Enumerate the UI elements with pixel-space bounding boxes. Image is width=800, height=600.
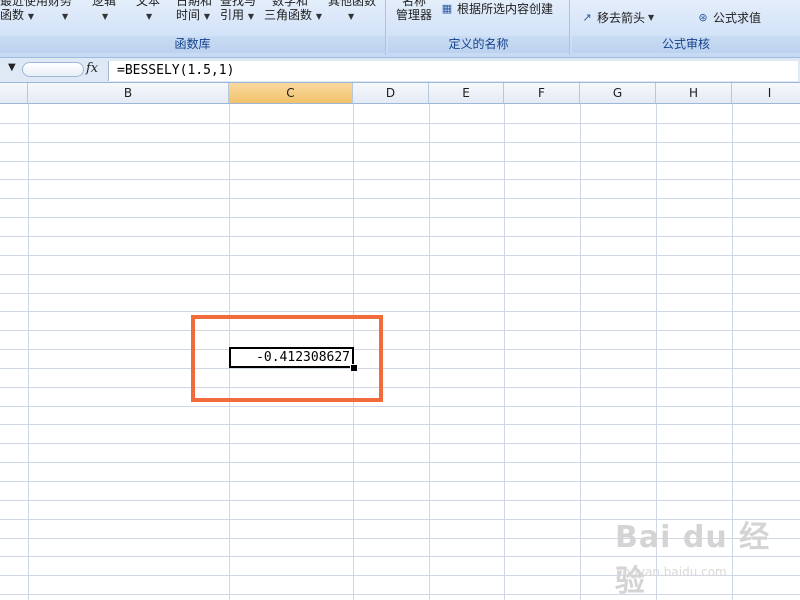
watermark-logo: Bai du 经验 <box>615 520 771 599</box>
fill-handle[interactable] <box>350 364 358 372</box>
row-divider <box>0 500 800 501</box>
defined-names-label: 定义的名称 <box>388 36 569 53</box>
function-library-label: 函数库 <box>0 36 385 53</box>
row-divider <box>0 236 800 237</box>
formula-input[interactable]: =BESSELY(1.5,1) <box>108 61 798 81</box>
row-divider <box>0 142 800 143</box>
more-functions-label: 其他函数 <box>328 0 377 8</box>
row-divider <box>0 123 800 124</box>
column-header-f[interactable]: F <box>504 83 580 103</box>
row-divider <box>0 161 800 162</box>
column-header-e[interactable]: E <box>429 83 504 103</box>
dropdown-arrow-icon: ▼ <box>247 12 254 21</box>
function-library-group: 最近使用 函数 ▼ 财务 ▼ 逻辑 ▼ 文本 ▼ 日期和 时间 ▼ 查找与 引用… <box>0 0 386 55</box>
dropdown-arrow-icon: ▼ <box>648 13 655 22</box>
dropdown-arrow-icon: ▼ <box>203 12 210 21</box>
math-trig-line1: 数学和 <box>272 0 309 8</box>
row-divider <box>0 255 800 256</box>
recent-functions-line1: 最近使用 <box>0 0 49 8</box>
financial-label: 财务 <box>48 0 73 8</box>
evaluate-formula-label: 公式求值 <box>713 11 762 25</box>
lookup-reference-line2: 引用 <box>220 8 245 22</box>
column-header-d[interactable]: D <box>353 83 429 103</box>
column-header-c[interactable]: C <box>229 83 353 103</box>
formula-auditing-label: 公式审核 <box>572 36 800 53</box>
row-divider <box>0 311 800 312</box>
insert-function-icon[interactable]: fx <box>86 61 98 76</box>
remove-arrows-icon: ↗ <box>582 10 592 24</box>
recent-functions-button[interactable]: 最近使用 函数 ▼ <box>0 0 48 24</box>
more-functions-button[interactable]: 其他函数 ▼ <box>328 0 376 24</box>
dropdown-arrow-icon: ▼ <box>62 12 69 21</box>
evaluate-formula-button[interactable]: ⊛ 公式求值 <box>696 9 761 26</box>
remove-arrows-button[interactable]: ↗ 移去箭头 ▼ <box>580 9 654 26</box>
lookup-reference-line1: 查找与 <box>220 0 257 8</box>
row-divider <box>0 330 800 331</box>
row-divider <box>0 387 800 388</box>
column-header-b[interactable]: B <box>28 83 229 103</box>
row-divider <box>0 198 800 199</box>
row-divider <box>0 443 800 444</box>
row-divider <box>0 368 800 369</box>
row-divider <box>0 349 800 350</box>
recent-functions-line2: 函数 <box>0 8 25 22</box>
name-manager-button[interactable]: 名称 管理器 <box>396 0 432 22</box>
dropdown-arrow-icon: ▼ <box>348 12 355 21</box>
column-header-i[interactable]: I <box>732 83 800 103</box>
remove-arrows-label: 移去箭头 <box>597 11 646 25</box>
row-divider <box>0 424 800 425</box>
formula-auditing-group: ↗ 移去箭头 ▼ ⊛ 公式求值 公式审核 <box>572 0 800 55</box>
row-divider <box>0 274 800 275</box>
lookup-reference-button[interactable]: 查找与 引用 ▼ <box>220 0 256 24</box>
row-divider <box>0 179 800 180</box>
column-header-row: B C D E F G H I <box>0 83 800 104</box>
dropdown-arrow-icon: ▼ <box>102 12 109 21</box>
name-box[interactable] <box>22 62 84 77</box>
row-divider <box>0 462 800 463</box>
text-button[interactable]: 文本 ▼ <box>136 0 160 24</box>
defined-names-group: 名称 管理器 ▦ 根据所选内容创建 定义的名称 <box>388 0 570 55</box>
create-from-selection-button[interactable]: ▦ 根据所选内容创建 <box>440 0 553 17</box>
row-divider <box>0 406 800 407</box>
date-time-button[interactable]: 日期和 时间 ▼ <box>176 0 212 24</box>
active-cell[interactable]: -0.412308627 <box>229 347 354 368</box>
row-divider <box>0 293 800 294</box>
name-manager-line2: 管理器 <box>396 8 433 22</box>
column-header-g[interactable]: G <box>580 83 656 103</box>
financial-button[interactable]: 财务 ▼ <box>48 0 72 24</box>
name-manager-line1: 名称 <box>402 0 427 8</box>
logical-button[interactable]: 逻辑 ▼ <box>92 0 116 24</box>
logical-label: 逻辑 <box>92 0 117 8</box>
dropdown-arrow-icon: ▼ <box>146 12 153 21</box>
text-label: 文本 <box>136 0 161 8</box>
dropdown-arrow-icon: ▼ <box>315 12 322 21</box>
watermark-url: jingyan.baidu.com <box>616 565 727 579</box>
ribbon: 最近使用 函数 ▼ 财务 ▼ 逻辑 ▼ 文本 ▼ 日期和 时间 ▼ 查找与 引用… <box>0 0 800 58</box>
row-divider <box>0 481 800 482</box>
date-time-line2: 时间 <box>176 8 201 22</box>
dropdown-arrow-icon: ▼ <box>27 12 34 21</box>
evaluate-formula-icon: ⊛ <box>698 10 708 24</box>
math-trig-line2: 三角函数 <box>264 8 313 22</box>
select-all-corner[interactable] <box>0 83 28 103</box>
name-box-dropdown-icon[interactable]: ▼ <box>8 62 16 73</box>
create-from-selection-label: 根据所选内容创建 <box>457 2 554 16</box>
column-header-h[interactable]: H <box>656 83 732 103</box>
date-time-line1: 日期和 <box>176 0 213 8</box>
table-grid-icon: ▦ <box>441 1 453 15</box>
row-divider <box>0 217 800 218</box>
math-trig-button[interactable]: 数学和 三角函数 ▼ <box>264 0 322 24</box>
